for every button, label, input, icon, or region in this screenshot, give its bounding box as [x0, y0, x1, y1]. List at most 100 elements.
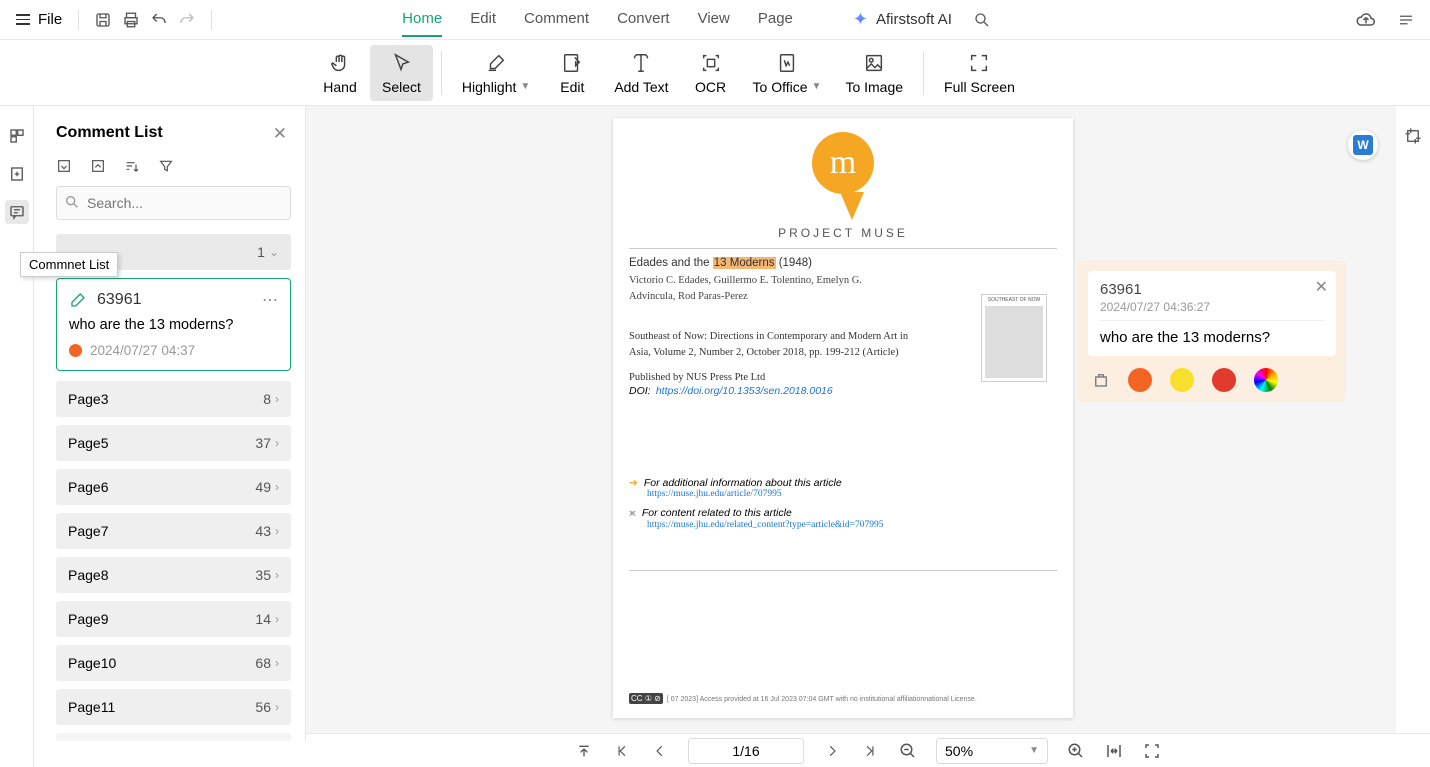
prev-page-icon[interactable] [650, 744, 670, 758]
file-label: File [38, 11, 62, 28]
color-yellow[interactable] [1170, 368, 1194, 392]
chevron-right-icon: › [275, 568, 279, 582]
comment-text: who are the 13 moderns? [69, 317, 278, 333]
print-icon[interactable] [117, 6, 145, 34]
color-dot-icon [69, 344, 82, 357]
save-icon[interactable] [89, 6, 117, 34]
tool-to-image[interactable]: To Image [833, 45, 915, 101]
close-icon[interactable]: ✕ [1315, 277, 1328, 297]
thumbnails-icon[interactable] [5, 124, 29, 148]
document-area[interactable]: m PROJECT MUSE Edades and the 13 Moderns… [306, 106, 1396, 733]
next-page-icon[interactable] [822, 744, 842, 758]
color-picker-icon[interactable] [1254, 368, 1278, 392]
cloud-upload-icon[interactable] [1352, 6, 1380, 34]
tab-comment[interactable]: Comment [524, 2, 589, 37]
more-icon[interactable]: ⋯ [262, 290, 278, 310]
page-group[interactable]: Page743› [56, 513, 291, 549]
comment-list-icon[interactable] [5, 200, 29, 224]
right-rail [1396, 106, 1430, 733]
page-group[interactable]: Page835› [56, 557, 291, 593]
last-page-icon[interactable] [860, 744, 880, 758]
highlight-annotation[interactable]: 13 Moderns [713, 257, 776, 269]
tab-home[interactable]: Home [402, 2, 442, 37]
divider [923, 51, 924, 95]
more-icon[interactable] [1392, 6, 1420, 34]
fit-width-icon[interactable] [1104, 742, 1124, 760]
image-icon [863, 51, 885, 75]
tool-highlight[interactable]: Highlight▼ [450, 45, 542, 101]
tab-view[interactable]: View [698, 2, 730, 37]
properties-icon[interactable] [1092, 371, 1110, 389]
close-icon[interactable]: ✕ [273, 124, 287, 144]
panel-title: Comment List [56, 124, 291, 142]
undo-icon[interactable] [145, 6, 173, 34]
doi-link[interactable]: https://doi.org/10.1353/sen.2018.0016 [656, 385, 833, 397]
page-group[interactable] [56, 733, 291, 741]
page-group[interactable]: Page537› [56, 425, 291, 461]
logo: m PROJECT MUSE [773, 132, 913, 240]
file-menu[interactable]: File [10, 11, 68, 28]
zoom-out-icon[interactable] [898, 742, 918, 760]
scroll-top-icon[interactable] [574, 743, 594, 759]
bottom-bar: 50%▼ [306, 733, 1430, 767]
color-red[interactable] [1212, 368, 1236, 392]
pencil-icon [69, 291, 87, 309]
tab-edit[interactable]: Edit [470, 2, 496, 37]
sort-icon[interactable] [124, 158, 140, 174]
tool-edit[interactable]: Edit [542, 45, 602, 101]
word-export-badge[interactable]: W [1348, 130, 1378, 160]
ocr-icon [700, 51, 722, 75]
zoom-select[interactable]: 50%▼ [936, 738, 1048, 764]
tab-convert[interactable]: Convert [617, 2, 670, 37]
chevron-right-icon: › [275, 392, 279, 406]
collapse-all-icon[interactable] [90, 158, 106, 174]
info-link[interactable]: https://muse.jhu.edu/article/707995 [647, 489, 1057, 499]
redo-icon[interactable] [173, 6, 201, 34]
edit-icon [561, 51, 583, 75]
page-group[interactable]: Page1156› [56, 689, 291, 725]
hand-icon [329, 51, 351, 75]
comment-card[interactable]: 63961 ⋯ who are the 13 moderns? 2024/07/… [56, 278, 291, 371]
comment-panel: Comment List ✕ 1⌄ 63961 ⋯ who are the 13… [34, 106, 306, 741]
doc-title: Edades and the 13 Moderns (1948) [629, 257, 1057, 269]
tool-fullscreen[interactable]: Full Screen [932, 45, 1027, 101]
tool-hand[interactable]: Hand [310, 45, 370, 101]
tool-add-text[interactable]: Add Text [602, 45, 680, 101]
crop-icon[interactable] [1401, 124, 1425, 148]
fit-page-icon[interactable] [1142, 742, 1162, 760]
page-group[interactable]: Page649› [56, 469, 291, 505]
cursor-icon [390, 51, 412, 75]
doi: DOI: https://doi.org/10.1353/sen.2018.00… [629, 385, 1057, 397]
page-input[interactable] [688, 738, 804, 764]
search-icon[interactable] [968, 6, 996, 34]
left-rail [0, 106, 34, 767]
topbar-right [1352, 6, 1420, 34]
add-text-icon [630, 51, 652, 75]
tab-page[interactable]: Page [758, 2, 793, 37]
tool-ocr[interactable]: OCR [681, 45, 741, 101]
color-orange[interactable] [1128, 368, 1152, 392]
chevron-right-icon: › [275, 480, 279, 494]
page-group[interactable]: Page1068› [56, 645, 291, 681]
authors: Victorio C. Edades, Guillermo E. Tolenti… [629, 273, 889, 305]
zoom-in-icon[interactable] [1066, 742, 1086, 760]
annotation-popup: ✕ 63961 2024/07/27 04:36:27 who are the … [1078, 261, 1346, 402]
search-icon [64, 194, 80, 210]
tool-select[interactable]: Select [370, 45, 433, 101]
add-page-icon[interactable] [5, 162, 29, 186]
related-link[interactable]: https://muse.jhu.edu/related_content?typ… [647, 520, 1057, 530]
divider [78, 10, 79, 30]
filter-icon[interactable] [158, 158, 174, 174]
cover-thumbnail: SOUTHEAST OF NOW [981, 294, 1047, 382]
search-input[interactable] [56, 186, 291, 220]
expand-all-icon[interactable] [56, 158, 72, 174]
annotation-id: 63961 [1100, 281, 1324, 298]
tool-to-office[interactable]: To Office▼ [741, 45, 834, 101]
ai-brand[interactable]: ✦ Afirstsoft AI [853, 9, 952, 30]
chevron-right-icon: › [275, 612, 279, 626]
cc-license: CC ① ⊘ [ 07 2023] Access provided at 16 … [629, 693, 977, 704]
divider [211, 10, 212, 30]
page-group[interactable]: Page914› [56, 601, 291, 637]
first-page-icon[interactable] [612, 744, 632, 758]
page-group[interactable]: Page38› [56, 381, 291, 417]
